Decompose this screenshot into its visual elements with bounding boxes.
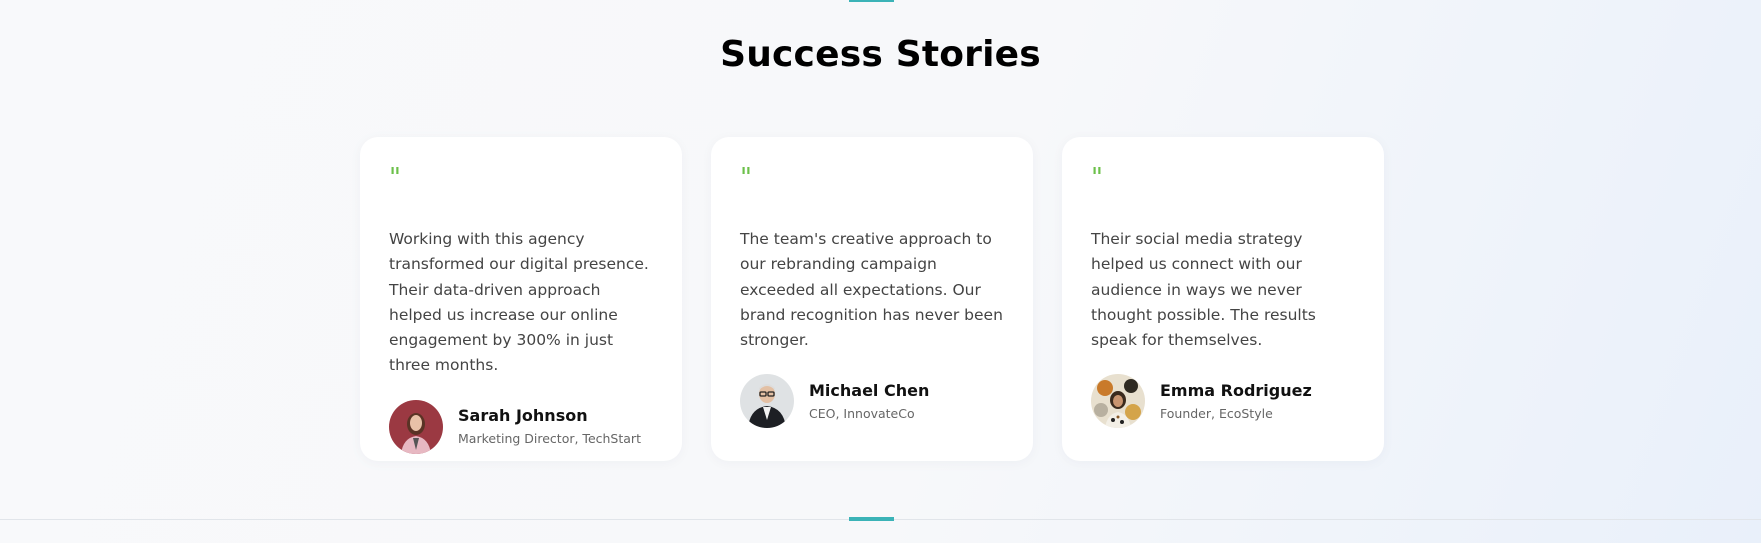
quote-icon: " — [740, 163, 752, 193]
testimonial-text: Their social media strategy helped us co… — [1091, 230, 1316, 350]
testimonial-cards: " Working with this agency transformed o… — [360, 137, 1384, 461]
testimonial-author: Sarah Johnson Marketing Director, TechSt… — [389, 399, 654, 454]
testimonial-card: " Their social media strategy helped us … — [1062, 137, 1384, 461]
testimonial-card: " Working with this agency transformed o… — [360, 137, 682, 461]
author-name: Michael Chen — [809, 380, 930, 400]
avatar — [1091, 374, 1145, 429]
author-role: Marketing Director, TechStart — [458, 431, 641, 447]
quote-icon: " — [389, 163, 401, 193]
section-title: Success Stories — [720, 34, 1041, 75]
avatar — [740, 374, 794, 429]
author-name: Emma Rodriguez — [1160, 380, 1312, 400]
testimonial-text: The team's creative approach to our rebr… — [740, 230, 1003, 350]
quote-icon: " — [1091, 163, 1103, 193]
testimonial-author: Michael Chen CEO, InnovateCo — [740, 374, 1005, 429]
top-accent-bar — [849, 0, 894, 2]
testimonial-text: Working with this agency transformed our… — [389, 230, 649, 375]
testimonial-card: " The team's creative approach to our re… — [711, 137, 1033, 461]
bottom-accent-bar — [849, 517, 894, 521]
author-name: Sarah Johnson — [458, 406, 588, 426]
testimonial-author: Emma Rodriguez Founder, EcoStyle — [1091, 374, 1356, 429]
avatar — [389, 399, 443, 454]
author-role: CEO, InnovateCo — [809, 405, 915, 421]
author-role: Founder, EcoStyle — [1160, 405, 1273, 421]
